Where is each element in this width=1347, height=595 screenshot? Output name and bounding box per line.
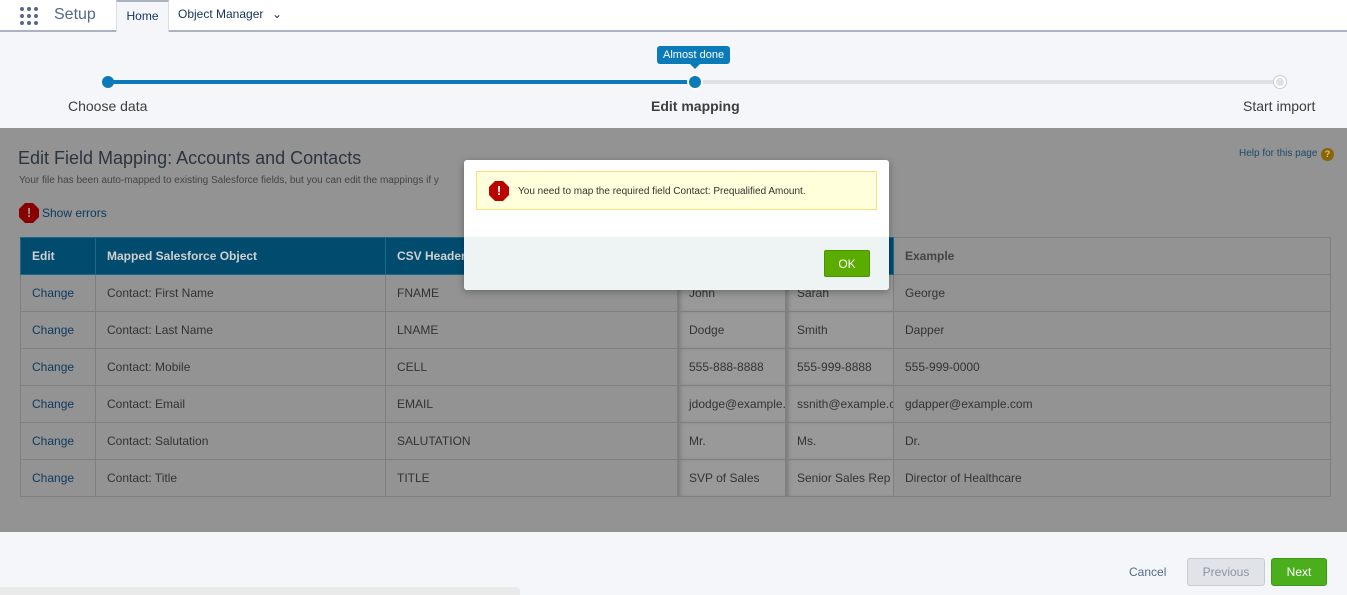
app-name: Setup: [54, 6, 96, 23]
step-dot-edit-mapping[interactable]: [689, 76, 701, 88]
previous-button[interactable]: Previous: [1187, 558, 1265, 586]
table-cell: jdodge@example.c: [677, 385, 786, 423]
column-header-example: Example: [893, 237, 1331, 275]
column-header-mapped-object: Mapped Salesforce Object: [95, 237, 386, 275]
error-message: You need to map the required field Conta…: [518, 186, 806, 197]
cancel-button[interactable]: Cancel: [1129, 565, 1166, 579]
table-cell: Senior Sales Rep: [785, 459, 894, 497]
table-cell: Ms.: [785, 422, 894, 460]
change-link[interactable]: Change: [20, 274, 96, 312]
table-cell: TITLE: [385, 459, 678, 497]
change-link[interactable]: Change: [20, 348, 96, 386]
step-label-start-import: Start import: [1243, 98, 1316, 114]
table-cell: Director of Healthcare: [893, 459, 1331, 497]
table-cell: Dapper: [893, 311, 1331, 349]
table-cell: SALUTATION: [385, 422, 678, 460]
table-cell: Contact: Last Name: [95, 311, 386, 349]
column-header-edit: Edit: [20, 237, 96, 275]
help-icon[interactable]: ?: [1321, 148, 1334, 161]
table-row: Change Contact: Salutation SALUTATION Mr. Ms…: [20, 422, 1331, 460]
tab-home[interactable]: Home: [116, 0, 169, 32]
step-label-choose-data: Choose data: [68, 98, 148, 114]
table-cell: Mr.: [677, 422, 786, 460]
help-link[interactable]: Help for this page: [1239, 148, 1317, 159]
error-message-box: ! You need to map the required field Con…: [476, 171, 877, 210]
table-cell: Contact: Email: [95, 385, 386, 423]
chevron-down-icon[interactable]: ⌄: [272, 7, 282, 21]
top-nav-bar: Setup Home Object Manager ⌄: [0, 0, 1347, 32]
change-link[interactable]: Change: [20, 311, 96, 349]
change-link[interactable]: Change: [20, 422, 96, 460]
step-dot-start-import[interactable]: [1274, 76, 1286, 88]
progress-fill: [108, 80, 694, 84]
table-cell: gdapper@example.com: [893, 385, 1331, 423]
step-tooltip: Almost done: [657, 46, 731, 69]
table-cell: Contact: Mobile: [95, 348, 386, 386]
table-cell: SVP of Sales: [677, 459, 786, 497]
error-dialog: ! You need to map the required field Con…: [464, 160, 889, 290]
table-row: Change Contact: Last Name LNAME Dodge Smith D…: [20, 311, 1331, 349]
table-cell: LNAME: [385, 311, 678, 349]
table-cell: Contact: First Name: [95, 274, 386, 312]
table-cell: Smith: [785, 311, 894, 349]
table-cell: CELL: [385, 348, 678, 386]
app-launcher-icon[interactable]: [20, 7, 38, 25]
tab-object-manager[interactable]: Object Manager: [178, 7, 263, 21]
table-cell: 555-999-0000: [893, 348, 1331, 386]
table-row: Change Contact: Mobile CELL 555-888-8888 555…: [20, 348, 1331, 386]
page-subtitle: Your file has been auto-mapped to existi…: [19, 175, 439, 186]
table-cell: Dr.: [893, 422, 1331, 460]
table-cell: Contact: Salutation: [95, 422, 386, 460]
wizard-footer: [0, 532, 1347, 595]
next-button[interactable]: Next: [1271, 558, 1327, 586]
error-icon: !: [19, 203, 39, 223]
table-cell: ssnith@example.c: [785, 385, 894, 423]
table-cell: EMAIL: [385, 385, 678, 423]
error-icon: !: [489, 181, 509, 201]
ok-button[interactable]: OK: [824, 250, 870, 277]
page-title: Edit Field Mapping: Accounts and Contact…: [18, 148, 362, 168]
table-cell: Contact: Title: [95, 459, 386, 497]
dialog-footer: OK: [464, 237, 889, 290]
table-row: Change Contact: Title TITLE SVP of Sales Sen…: [20, 459, 1331, 497]
table-cell: 555-888-8888: [677, 348, 786, 386]
table-row: Change Contact: Email EMAIL jdodge@example.…: [20, 385, 1331, 423]
table-cell: George: [893, 274, 1331, 312]
table-cell: 555-999-8888: [785, 348, 894, 386]
change-link[interactable]: Change: [20, 459, 96, 497]
table-cell: Dodge: [677, 311, 786, 349]
change-link[interactable]: Change: [20, 385, 96, 423]
step-dot-choose-data[interactable]: [102, 76, 114, 88]
browser-status-bar: [0, 587, 520, 595]
step-label-edit-mapping: Edit mapping: [651, 98, 740, 114]
show-errors-link[interactable]: Show errors: [42, 206, 107, 220]
